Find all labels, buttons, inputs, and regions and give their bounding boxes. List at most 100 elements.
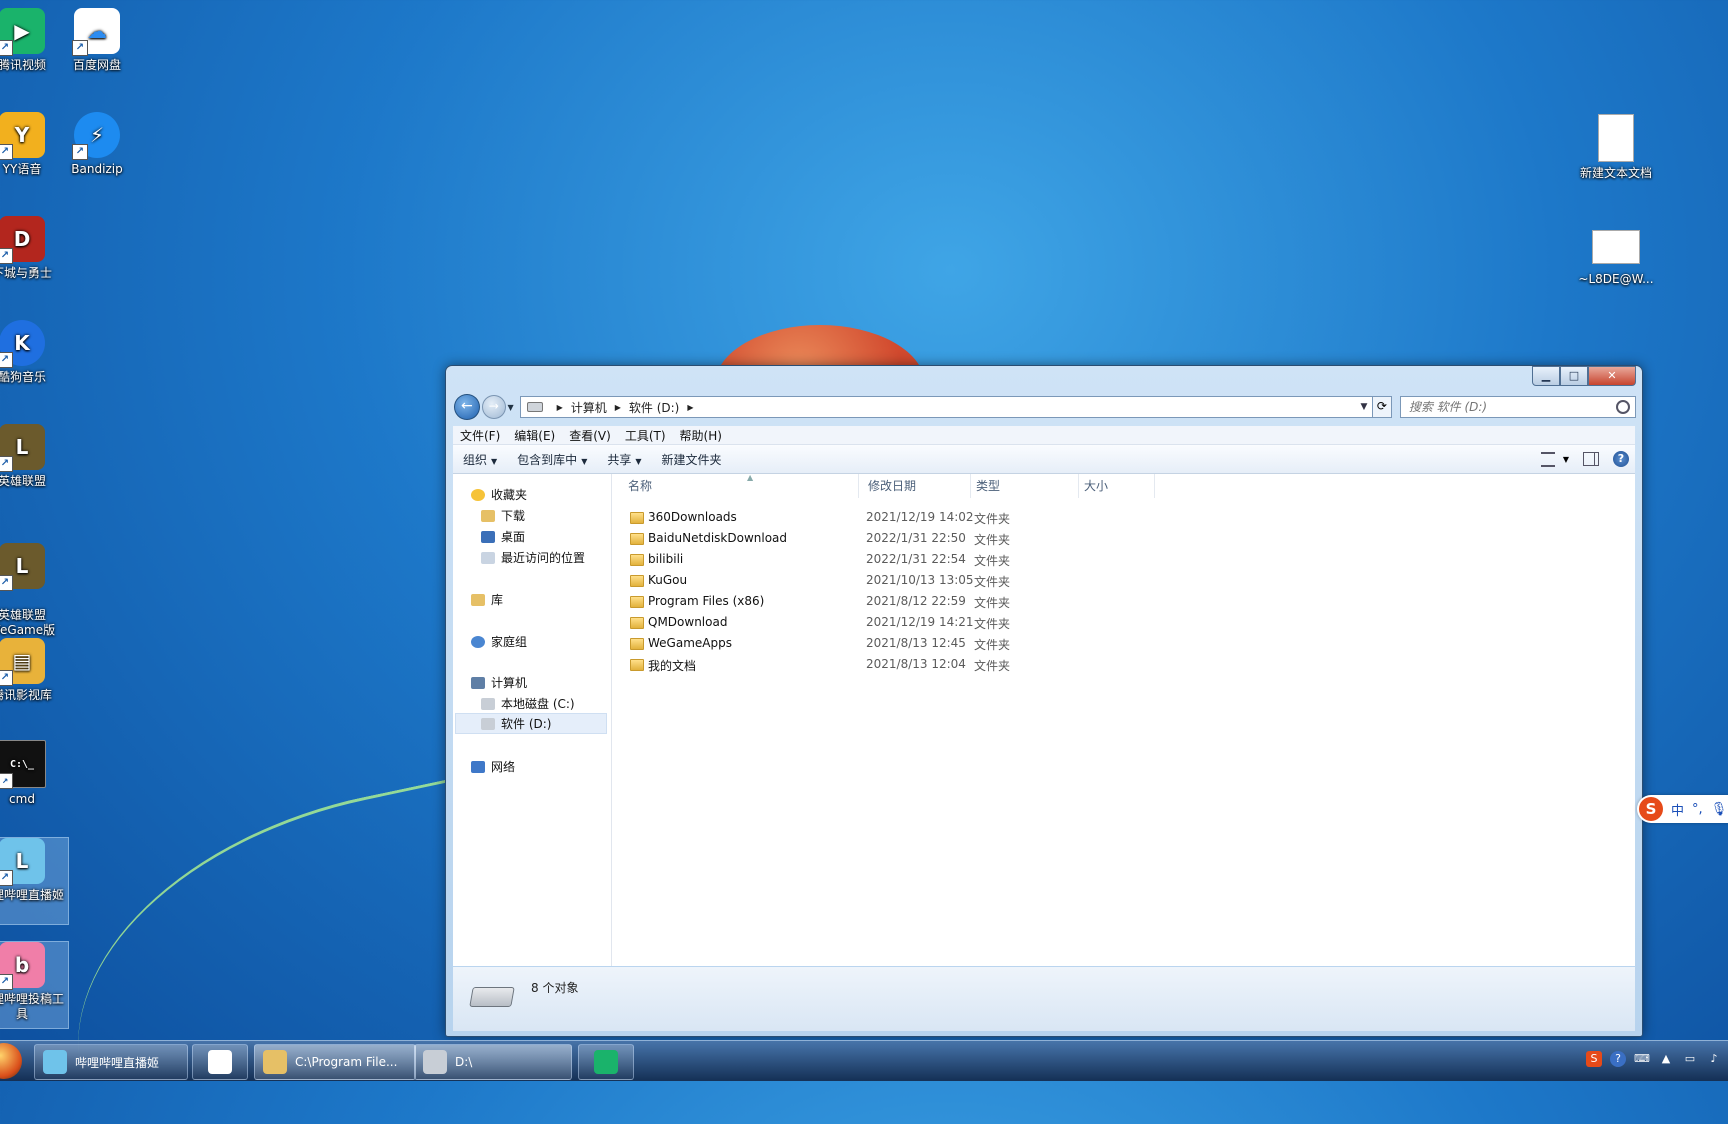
file-row[interactable]: KuGou 2021/10/13 13:05 文件夹 — [626, 571, 1426, 590]
minimize-button[interactable]: ▁ — [1532, 366, 1560, 386]
file-row[interactable]: BaiduNetdiskDownload 2022/1/31 22:50 文件夹 — [626, 529, 1426, 548]
file-row[interactable]: bilibili 2022/1/31 22:54 文件夹 — [626, 550, 1426, 569]
desktop-icon-cmd[interactable]: C:\_ ↗ cmd — [0, 740, 68, 807]
folder-icon — [630, 596, 644, 608]
desktop-icon-lol-wegame[interactable]: L↗ 英雄联盟 WeGame版 — [0, 528, 68, 653]
forward-button[interactable]: → — [481, 395, 506, 419]
file-name: 360Downloads — [648, 510, 737, 524]
desktop-icon-lol[interactable]: L ↗ 英雄联盟 — [0, 424, 68, 489]
nav-desktop[interactable]: 桌面 — [481, 526, 525, 547]
sogou-ime-icon[interactable]: S — [1586, 1051, 1602, 1067]
file-row[interactable]: 我的文档 2021/8/13 12:04 文件夹 — [626, 655, 1426, 674]
desktop-icon-film-library[interactable]: ▤↗ 腾讯影视库 — [0, 638, 68, 703]
start-button[interactable] — [0, 1043, 22, 1079]
taskbar-item-explorer-d[interactable]: D:\ — [414, 1044, 572, 1080]
refresh-button[interactable]: ⟳ — [1372, 396, 1392, 418]
column-header-date[interactable]: 修改日期 — [862, 474, 971, 498]
nav-label: 本地磁盘 (C:) — [501, 697, 575, 711]
desktop-icon-new-text-doc[interactable]: 新建文本文档 — [1570, 114, 1662, 181]
nav-drive-c[interactable]: 本地磁盘 (C:) — [481, 693, 575, 714]
nav-label: 桌面 — [501, 530, 526, 544]
desktop-icon-dnf[interactable]: D↗ 下城与勇士 — [0, 216, 68, 281]
menu-file[interactable]: 文件(F) — [453, 427, 507, 444]
nav-network[interactable]: 网络 — [471, 756, 515, 777]
desktop-icon-temp-file[interactable]: ~L8DE@W... — [1570, 224, 1662, 287]
file-row[interactable]: QMDownload 2021/12/19 14:21 文件夹 — [626, 613, 1426, 632]
file-row[interactable]: WeGameApps 2021/8/13 12:45 文件夹 — [626, 634, 1426, 653]
column-header-size[interactable]: 大小 — [1078, 474, 1155, 498]
desktop-icon-bandizip[interactable]: ⚡ ↗ Bandizip — [51, 112, 143, 177]
nav-drive-d[interactable]: 软件 (D:) — [455, 713, 607, 734]
content-area: 收藏夹 下载 桌面 最近访问的位置 库 家庭组 计算机 本地磁盘 (C:) 软件… — [453, 473, 1635, 966]
menu-help[interactable]: 帮助(H) — [673, 427, 729, 444]
chevron-down-icon: ▼ — [635, 456, 642, 466]
desktop-icon-bilibili-live[interactable]: L↗ 哔哩哔哩直播姬 — [0, 837, 69, 925]
ime-mode-toggle[interactable]: 中 — [1671, 800, 1684, 819]
file-row[interactable]: 360Downloads 2021/12/19 14:02 文件夹 — [626, 508, 1426, 527]
show-hidden-icon[interactable]: ▲ — [1658, 1051, 1674, 1067]
ime-punctuation-toggle[interactable]: °, — [1692, 802, 1703, 817]
cmd-icon: C:\_ ↗ — [0, 740, 46, 789]
include-in-library-button[interactable]: 包含到库中 ▼ — [507, 451, 597, 468]
address-dropdown[interactable]: ▼ — [1356, 402, 1372, 412]
language-icon[interactable]: ⌨ — [1634, 1051, 1650, 1067]
taskbar-item-tencent-video[interactable] — [578, 1044, 634, 1080]
bilibili-upload-icon: b ↗ — [0, 942, 45, 990]
desktop-icon-kugou[interactable]: K ↗ 酷狗音乐 — [0, 320, 68, 385]
search-box[interactable] — [1399, 396, 1636, 418]
view-options-icon[interactable] — [1540, 451, 1555, 467]
nav-recent-places[interactable]: 最近访问的位置 — [481, 547, 585, 568]
file-type: 文件夹 — [974, 512, 1011, 526]
sogou-ime-icon[interactable]: S — [1639, 797, 1663, 821]
desktop-icon-baidu-netdisk[interactable]: ☁ ↗ 百度网盘 — [51, 8, 143, 73]
network-icon[interactable]: ▭ — [1682, 1051, 1698, 1067]
column-header-name[interactable]: 名称 ▲ — [622, 473, 859, 498]
file-name: QMDownload — [648, 615, 728, 629]
taskbar-item-baidu-netdisk[interactable] — [192, 1044, 248, 1080]
preview-pane-icon[interactable] — [1583, 452, 1599, 466]
column-header-type[interactable]: 类型 — [970, 474, 1079, 498]
taskbar-item-explorer-c[interactable]: C:\Program File... — [254, 1044, 416, 1080]
chevron-right-icon[interactable]: ▶ — [557, 403, 563, 412]
nav-favorites[interactable]: 收藏夹 — [471, 484, 527, 505]
taskbar-item-bilibili-live[interactable]: 哔哩哔哩直播姬 — [34, 1044, 188, 1080]
nav-computer[interactable]: 计算机 — [471, 672, 527, 693]
folder-icon — [630, 533, 644, 545]
organize-button[interactable]: 组织 ▼ — [453, 451, 507, 468]
back-button[interactable]: ← — [454, 394, 480, 420]
help-icon[interactable]: ? — [1610, 1051, 1626, 1067]
breadcrumb-computer[interactable]: 计算机 — [571, 399, 607, 416]
taskbar-item-label: C:\Program File... — [295, 1055, 398, 1069]
nav-homegroup[interactable]: 家庭组 — [471, 631, 527, 652]
help-icon[interactable]: ? — [1613, 451, 1629, 467]
sort-up-icon: ▲ — [747, 473, 754, 482]
nav-libraries[interactable]: 库 — [471, 589, 503, 610]
recent-pages-dropdown[interactable]: ▼ — [506, 403, 516, 412]
breadcrumb-drive-d[interactable]: 软件 (D:) — [629, 399, 679, 416]
maximize-button[interactable]: □ — [1560, 366, 1588, 386]
file-row[interactable]: Program Files (x86) 2021/8/12 22:59 文件夹 — [626, 592, 1426, 611]
new-folder-button[interactable]: 新建文件夹 — [652, 451, 732, 468]
chevron-down-icon[interactable]: ▼ — [1563, 455, 1569, 464]
address-bar[interactable]: ▶ 计算机 ▶ 软件 (D:) ▶ ▼ — [519, 396, 1373, 418]
volume-icon[interactable]: ♪ — [1706, 1051, 1722, 1067]
nav-downloads[interactable]: 下载 — [481, 505, 525, 526]
close-button[interactable]: ✕ — [1588, 366, 1636, 386]
folder-icon — [630, 638, 644, 650]
file-name: BaiduNetdiskDownload — [648, 531, 788, 545]
search-input[interactable] — [1406, 399, 1611, 415]
microphone-icon[interactable]: 🎙 — [1711, 802, 1728, 817]
desktop-icon-label: 哔哩哔哩投稿工具 — [0, 992, 64, 1021]
share-button[interactable]: 共享 ▼ — [597, 451, 651, 468]
menu-view[interactable]: 查看(V) — [562, 427, 618, 444]
desktop-icon-bilibili-upload[interactable]: b↗ 哔哩哔哩投稿工具 — [0, 941, 69, 1029]
chevron-right-icon[interactable]: ▶ — [687, 403, 693, 412]
file-type: 文件夹 — [974, 533, 1011, 547]
nav-label: 计算机 — [491, 676, 528, 690]
file-list: 名称 ▲ 修改日期 类型 大小 360Downloads 2021/12/19 14… — [612, 473, 1635, 966]
search-icon[interactable] — [1616, 400, 1630, 414]
ime-status-bar[interactable]: S 中 °, 🎙 — [1637, 795, 1728, 823]
menu-tools[interactable]: 工具(T) — [618, 427, 673, 444]
menu-edit[interactable]: 编辑(E) — [507, 427, 562, 444]
chevron-right-icon[interactable]: ▶ — [615, 403, 621, 412]
